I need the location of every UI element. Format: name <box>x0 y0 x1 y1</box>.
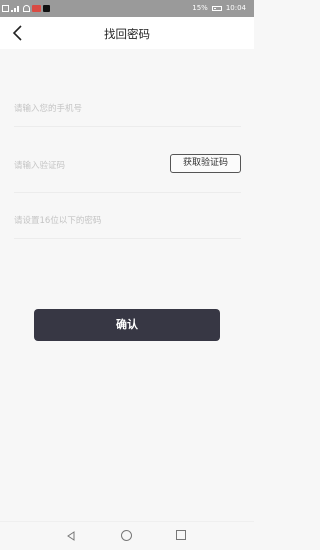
divider <box>14 192 241 193</box>
home-circle-icon[interactable] <box>121 530 132 541</box>
confirm-button[interactable]: 确认 <box>34 309 220 341</box>
phone-input[interactable]: 请输入您的手机号 <box>14 102 240 114</box>
status-time: 10:04 <box>225 4 246 12</box>
signal-icon <box>11 5 21 12</box>
get-code-button[interactable]: 获取验证码 <box>170 154 241 173</box>
battery-icon <box>211 5 222 11</box>
notification-red-icon <box>32 5 41 12</box>
divider <box>14 238 241 239</box>
divider <box>14 126 241 127</box>
sim-icon <box>2 5 9 12</box>
password-input[interactable]: 请设置16位以下的密码 <box>14 214 240 226</box>
wifi-icon <box>23 5 30 12</box>
title-bar: 找回密码 <box>0 17 254 49</box>
back-triangle-icon[interactable] <box>66 531 76 541</box>
page-title: 找回密码 <box>104 27 150 41</box>
status-icons-left <box>2 3 50 14</box>
status-bar: 15% 10:04 <box>0 0 254 17</box>
system-nav-bar <box>0 521 254 550</box>
recent-square-icon[interactable] <box>176 530 186 540</box>
status-icons-right: 15% 10:04 <box>192 4 246 12</box>
battery-percent: 15% <box>192 4 208 12</box>
tiktok-icon <box>43 5 50 12</box>
